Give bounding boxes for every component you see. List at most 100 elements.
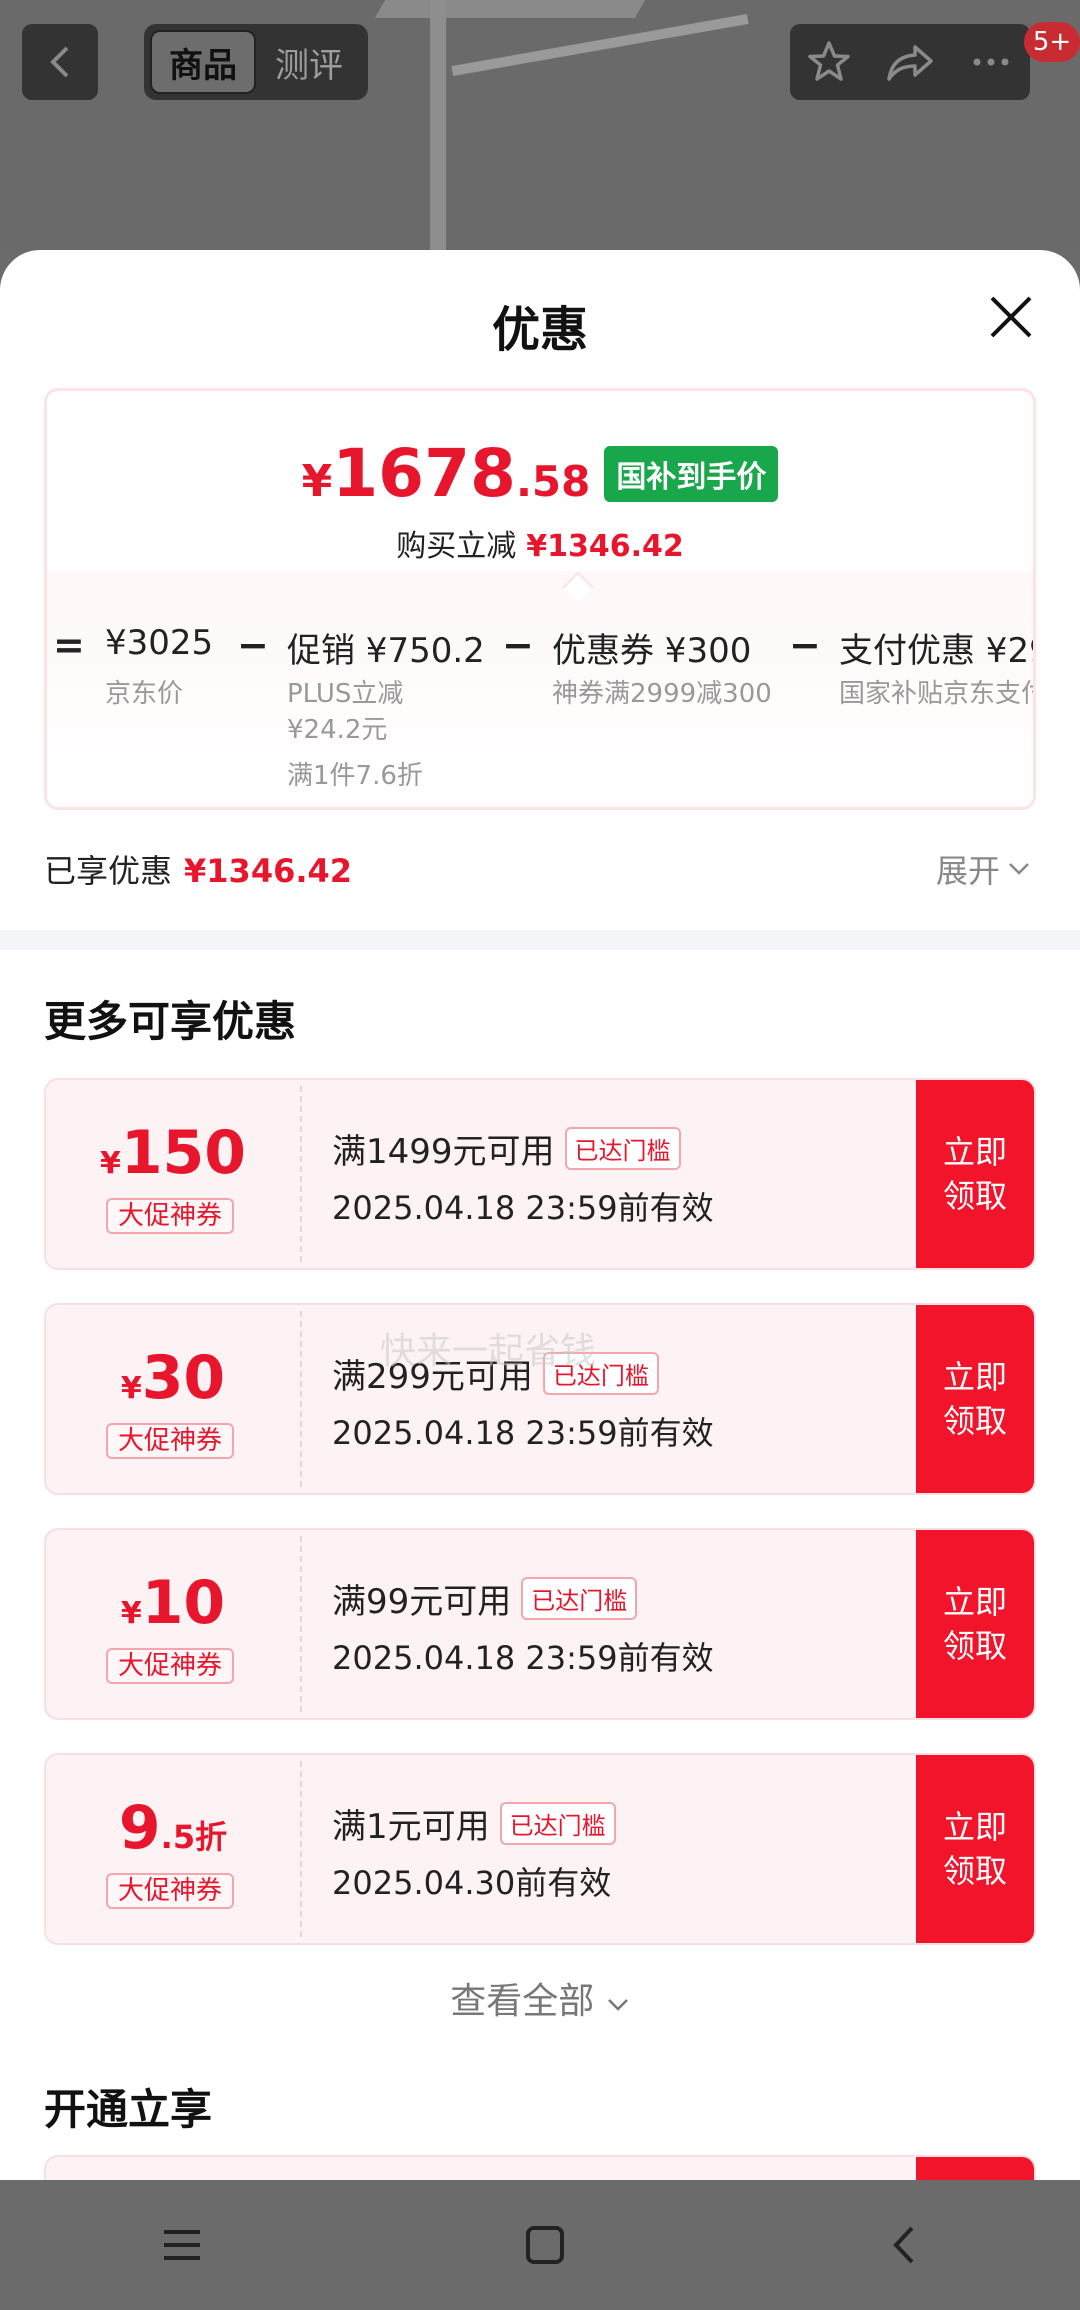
product-header: 商品 测评 5+ — [0, 0, 1080, 250]
claim-button-label: 立即 领取 — [942, 1808, 1007, 1890]
coupon-sub: 神券满2999减300 — [552, 679, 772, 709]
claim-button-label: 立即 领取 — [942, 1133, 1007, 1215]
claim-coupon-button[interactable]: 立即 领取 — [916, 1530, 1034, 1718]
coupon-condition: 满99元可用 — [332, 1582, 512, 1622]
coupon-amount-area: ¥10 大促神券 — [46, 1530, 300, 1718]
coupon-condition: 满1499元可用 — [332, 1132, 555, 1172]
tab-product[interactable]: 商品 — [150, 30, 256, 94]
coupon-value: 30 — [141, 1343, 226, 1413]
share-icon[interactable] — [885, 39, 935, 85]
chevron-down-icon — [1009, 863, 1029, 875]
coupon-condition: 满1元可用 — [332, 1807, 490, 1847]
header-tools — [790, 24, 1030, 100]
buy-reduce-label: 购买立减 — [396, 529, 517, 564]
more-icon[interactable] — [968, 39, 1014, 85]
chevron-down-icon — [607, 1999, 628, 2011]
claim-coupon-button[interactable]: 立即 领取 — [916, 1305, 1034, 1493]
final-price-integer: 1678 — [332, 435, 516, 512]
coupon-validity: 2025.04.18 23:59前有效 — [332, 1414, 714, 1452]
minus-sign: − — [237, 623, 269, 667]
enjoyed-discount: 已享优惠 ¥1346.42 — [44, 846, 352, 892]
price-summary-card: ¥ 1678 .58 国补到手价 购买立减 ¥1346.42 = ¥3025 京东… — [44, 388, 1036, 810]
coupon-amount-area: ¥150 大促神券 — [46, 1080, 300, 1268]
final-price-symbol: ¥ — [301, 456, 333, 507]
watermark-text: 快来一起省钱 — [380, 1331, 597, 1372]
membership-title: 开通立享 — [44, 2085, 213, 2134]
more-discounts-title: 更多可享优惠 — [44, 997, 297, 1046]
claim-coupon-button[interactable] — [916, 2157, 1034, 2180]
product-review-tabs: 商品 测评 — [144, 24, 368, 100]
coupon-suffix: .5折 — [160, 1818, 228, 1856]
claim-coupon-button[interactable]: 立即 领取 — [916, 1080, 1034, 1268]
coupon-amount: 9.5折 — [46, 1793, 300, 1863]
tab-review[interactable]: 测评 — [256, 30, 362, 94]
coupon-value: 10 — [141, 1568, 226, 1638]
expand-label: 展开 — [936, 852, 1001, 890]
coupon-type-tag: 大促神券 — [106, 1648, 234, 1684]
coupon-type-tag: 大促神券 — [106, 1198, 234, 1234]
coupon-divider — [300, 1536, 302, 1712]
claim-button-label: 立即 领取 — [942, 1583, 1007, 1665]
coupon-symbol: ¥ — [99, 1146, 121, 1181]
threshold-badge: 已达门槛 — [521, 1577, 638, 1620]
view-all-button[interactable]: 查看全部 — [0, 1972, 1080, 2024]
jd-price-label: 京东价 — [105, 679, 184, 709]
minus-sign: − — [502, 623, 534, 667]
promo-sub-amount: ¥24.2元 — [287, 715, 388, 745]
chevron-left-icon — [50, 46, 69, 78]
product-image-lamp-arm — [374, 0, 646, 18]
system-navigation-bar — [0, 2180, 1080, 2310]
coupon-card: 9.5折 大促神券 满1元可用 已达门槛 2025.04.30前有效 立即 领取 — [44, 1753, 1036, 1945]
coupon-details: 满99元可用 已达门槛 2025.04.18 23:59前有效 — [332, 1574, 714, 1679]
coupon-divider — [300, 1086, 302, 1262]
buy-reduce-value: ¥1346.42 — [526, 529, 684, 564]
coupon-validity: 2025.04.30前有效 — [332, 1864, 612, 1902]
coupon-validity: 2025.04.18 23:59前有效 — [332, 1189, 714, 1227]
close-icon[interactable] — [988, 294, 1034, 340]
star-icon[interactable] — [806, 39, 852, 85]
coupon-value: 150 — [120, 1118, 247, 1188]
subsidy-price-tag: 国补到手价 — [604, 445, 779, 502]
enjoyed-label: 已享优惠 — [44, 852, 173, 890]
coupon-card: ¥10 大促神券 满99元可用 已达门槛 2025.04.18 23:59前有效 … — [44, 1528, 1036, 1720]
back-icon[interactable] — [888, 2225, 918, 2265]
coupon-symbol: ¥ — [120, 1596, 142, 1631]
coupon-details: 满1499元可用 已达门槛 2025.04.18 23:59前有效 — [332, 1124, 714, 1229]
coupon-symbol: ¥ — [120, 1371, 142, 1406]
coupon-divider — [300, 1311, 302, 1487]
coupon-details: 满1元可用 已达门槛 2025.04.30前有效 — [332, 1799, 616, 1904]
final-price: ¥ 1678 .58 国补到手价 — [47, 435, 1033, 512]
threshold-badge: 已达门槛 — [564, 1127, 681, 1170]
coupon-amount-area: ¥30 大促神券 — [46, 1305, 300, 1493]
jd-price: ¥3025 — [105, 623, 214, 663]
threshold-badge: 已达门槛 — [499, 1802, 616, 1845]
menu-icon[interactable] — [162, 2227, 202, 2263]
section-divider — [0, 930, 1080, 950]
buy-reduce-line: 购买立减 ¥1346.42 — [47, 521, 1033, 565]
enjoyed-value: ¥1346.42 — [184, 852, 353, 890]
sheet-title: 优惠 — [491, 302, 588, 358]
coupon-type-tag: 大促神券 — [106, 1873, 234, 1909]
pay-discount-sub: 国家补贴京东支付 — [839, 679, 1036, 709]
coupon-value: 优惠券 ¥300 — [552, 631, 752, 671]
discount-sheet: 优惠 ¥ 1678 .58 国补到手价 购买立减 ¥1346.42 = ¥3025… — [0, 250, 1080, 2180]
price-breakdown[interactable]: = ¥3025 京东价 − 促销 ¥750.2 PLUS立减 ¥24.2元 满1… — [47, 623, 1036, 803]
final-price-decimal: .58 — [515, 457, 591, 506]
coupon-type-tag: 大促神券 — [106, 1423, 234, 1459]
view-all-label: 查看全部 — [450, 1981, 595, 2022]
claim-coupon-button[interactable]: 立即 领取 — [916, 1755, 1034, 1943]
back-button[interactable] — [22, 24, 98, 100]
promo-sub-plus: PLUS立减 — [287, 679, 404, 709]
coupon-amount: ¥150 — [46, 1118, 300, 1188]
claim-button-label: 立即 领取 — [942, 1358, 1007, 1440]
coupon-amount-area: 9.5折 大促神券 — [46, 1755, 300, 1943]
home-icon[interactable] — [525, 2225, 565, 2265]
coupon-amount: ¥30 — [46, 1343, 300, 1413]
message-count-badge: 5+ — [1024, 22, 1080, 62]
expand-button[interactable]: 展开 — [936, 846, 1030, 892]
minus-sign: − — [789, 623, 821, 667]
coupon-validity: 2025.04.18 23:59前有效 — [332, 1639, 714, 1677]
equals-sign: = — [53, 623, 85, 667]
coupon-value: 9 — [118, 1793, 161, 1863]
promo-sub-discount: 满1件7.6折 — [287, 761, 423, 791]
